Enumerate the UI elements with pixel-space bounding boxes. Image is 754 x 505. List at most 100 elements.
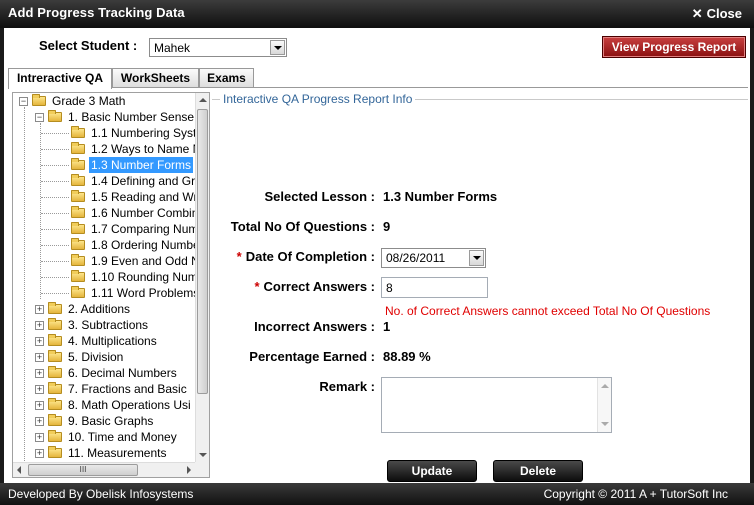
folder-icon: [32, 94, 46, 106]
tree-guide: [41, 197, 69, 198]
required-marker: *: [236, 249, 242, 264]
selected-lesson-label: Selected Lesson :: [264, 189, 375, 204]
tree-chapter-label: 3. Subtractions: [68, 318, 149, 332]
folder-icon: [48, 110, 62, 122]
folder-icon: [48, 382, 62, 394]
student-select[interactable]: Mahek: [149, 38, 287, 57]
scroll-thumb[interactable]: III: [28, 464, 138, 476]
tree-vertical-scrollbar[interactable]: [195, 93, 209, 462]
expand-icon[interactable]: +: [35, 449, 44, 458]
window-title: Add Progress Tracking Data: [8, 5, 185, 20]
title-bar: Add Progress Tracking Data ✕ Close: [0, 0, 754, 28]
tree-chapter-label: 5. Division: [68, 350, 124, 364]
correct-answers-input[interactable]: [381, 277, 488, 298]
percentage-earned-value: 88.89 %: [383, 349, 431, 364]
scroll-thumb[interactable]: [197, 109, 208, 394]
tab-divider: [8, 87, 748, 88]
folder-icon: [71, 158, 85, 170]
scroll-left-icon[interactable]: [13, 463, 27, 477]
expand-icon[interactable]: +: [35, 369, 44, 378]
collapse-icon[interactable]: −: [35, 113, 44, 122]
tree-guide: [41, 293, 69, 294]
window-client: Select Student : Mahek View Progress Rep…: [4, 28, 750, 483]
tree-chapter-label: 8. Math Operations Usi: [68, 398, 191, 412]
folder-icon: [71, 206, 85, 218]
remark-textarea[interactable]: [381, 377, 612, 433]
report-info-group: Interactive QA Progress Report Info Sele…: [212, 92, 748, 482]
folder-icon: [48, 430, 62, 442]
scroll-right-icon[interactable]: [182, 463, 196, 477]
expand-icon[interactable]: +: [35, 433, 44, 442]
folder-icon: [71, 126, 85, 138]
expand-icon[interactable]: +: [35, 385, 44, 394]
lesson-tree-viewport: − Grade 3 Math − 1. Basic Number Sense 1…: [13, 93, 196, 462]
correct-answers-label: * Correct Answers :: [254, 279, 375, 294]
tree-guide: [41, 245, 69, 246]
scroll-up-icon[interactable]: [196, 93, 209, 107]
scroll-corner: [195, 462, 209, 477]
tree-lesson-label: 1.6 Number Combin: [91, 206, 196, 220]
total-questions-value: 9: [383, 219, 391, 234]
folder-icon: [71, 222, 85, 234]
tree-lesson-label: 1.7 Comparing Num: [91, 222, 196, 236]
folder-icon: [71, 270, 85, 282]
select-student-label: Select Student :: [39, 38, 138, 53]
incorrect-answers-value: 1: [383, 319, 391, 334]
update-button[interactable]: Update: [387, 460, 477, 482]
tab-interactive-qa[interactable]: Intreractive QA: [8, 68, 112, 89]
tree-horizontal-scrollbar[interactable]: III: [13, 462, 196, 477]
close-label: Close: [706, 6, 742, 21]
group-title: Interactive QA Progress Report Info: [220, 92, 416, 106]
tree-guide: [41, 133, 69, 134]
expand-icon[interactable]: +: [35, 353, 44, 362]
correct-answers-text: Correct Answers :: [263, 279, 376, 294]
tree-chapter-label: 6. Decimal Numbers: [68, 366, 177, 380]
tree-guide: [41, 165, 69, 166]
folder-icon: [48, 414, 62, 426]
folder-icon: [48, 446, 62, 458]
delete-button[interactable]: Delete: [493, 460, 583, 482]
folder-icon: [71, 238, 85, 250]
calendar-dropdown-icon[interactable]: [469, 250, 484, 266]
tree-guide: [41, 149, 69, 150]
tab-exams[interactable]: Exams: [199, 68, 254, 88]
view-progress-report-button[interactable]: View Progress Report: [602, 36, 746, 58]
remark-scrollbar[interactable]: [597, 378, 611, 432]
collapse-icon[interactable]: −: [19, 97, 28, 106]
tree-guide: [41, 277, 69, 278]
remark-label: Remark :: [319, 379, 375, 394]
expand-icon[interactable]: +: [35, 401, 44, 410]
expand-icon[interactable]: +: [35, 417, 44, 426]
tree-lesson-label: 1.2 Ways to Name N: [91, 142, 196, 156]
tree-guide: [41, 229, 69, 230]
student-select-value: Mahek: [154, 41, 191, 55]
folder-icon: [48, 350, 62, 362]
expand-icon[interactable]: +: [35, 337, 44, 346]
expand-icon[interactable]: +: [35, 321, 44, 330]
chevron-down-icon[interactable]: [270, 40, 285, 55]
tree-guide: [41, 181, 69, 182]
tree-lesson-label: 1.11 Word Problems: [91, 286, 196, 300]
date-of-completion-text: Date Of Completion :: [245, 249, 375, 264]
tree-lesson-label: 1.9 Even and Odd N: [91, 254, 196, 268]
tree-chapter-label: 2. Additions: [68, 302, 131, 316]
tree-chapter-label: 11. Measurements: [68, 446, 167, 460]
total-questions-label: Total No Of Questions :: [230, 219, 375, 234]
tree-lesson-label: 1.4 Defining and Gro: [91, 174, 196, 188]
tree-chapter-label: 1. Basic Number Sense: [68, 110, 195, 124]
selected-lesson-value: 1.3 Number Forms: [383, 189, 498, 204]
lesson-tree[interactable]: − Grade 3 Math − 1. Basic Number Sense 1…: [12, 92, 210, 478]
tab-worksheets[interactable]: WorkSheets: [112, 68, 199, 88]
close-button[interactable]: ✕ Close: [692, 6, 742, 22]
tree-lesson-label: 1.1 Numbering Syste: [91, 126, 196, 140]
percentage-earned-label: Percentage Earned :: [249, 349, 375, 364]
folder-icon: [71, 142, 85, 154]
folder-icon: [71, 286, 85, 298]
tree-lesson-label: 1.8 Ordering Numbe: [91, 238, 196, 252]
tree-chapter-label: 4. Multiplications: [68, 334, 157, 348]
date-of-completion-picker[interactable]: 08/26/2011: [381, 248, 486, 268]
tree-chapter-label: 10. Time and Money: [68, 430, 177, 444]
expand-icon[interactable]: +: [35, 305, 44, 314]
folder-icon: [48, 334, 62, 346]
scroll-down-icon[interactable]: [196, 448, 209, 462]
